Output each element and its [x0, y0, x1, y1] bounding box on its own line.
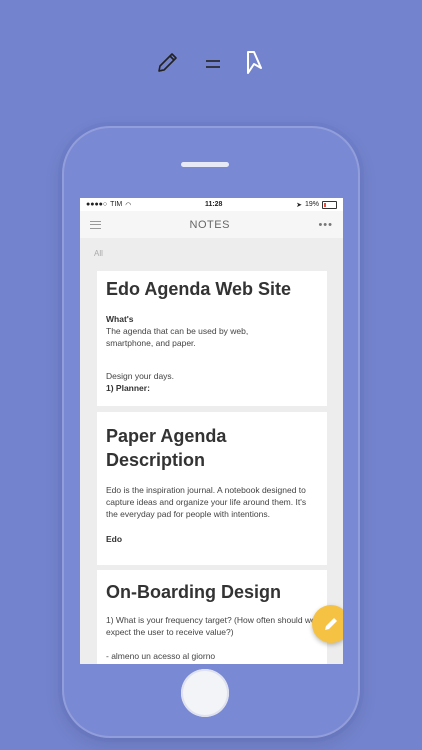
note-line: Edo	[106, 534, 123, 544]
nav-bar: NOTES •••	[80, 211, 343, 238]
signal-icon: ●●●●○	[86, 201, 108, 208]
note-line: - almeno un acesso al giorno	[106, 651, 216, 661]
note-line: 1) What is your frequency target? (How o…	[106, 615, 316, 637]
menu-icon[interactable]	[90, 220, 101, 229]
status-bar: ●●●●○ TIM ◠ 11:28 ➤ 19%	[80, 198, 343, 211]
note-line	[106, 349, 318, 370]
carrier-label: TIM	[110, 201, 123, 208]
note-line: Edo is the inspiration journal. A notebo…	[106, 485, 307, 519]
note-title: Edo Agenda Web Site	[106, 279, 292, 299]
note-line: 1) Planner:	[106, 383, 150, 393]
equals-icon	[206, 60, 220, 68]
note-card[interactable]: On-Boarding Design 1) What is your frequ…	[97, 570, 327, 664]
location-icon: ➤	[296, 201, 302, 209]
pencil-icon	[158, 53, 177, 72]
status-time: 11:28	[204, 201, 223, 208]
note-line: The agenda that can be used by web, smar…	[106, 326, 249, 348]
bookmark-icon	[247, 51, 262, 74]
new-note-button[interactable]	[312, 605, 343, 643]
top-icon-row	[0, 48, 422, 80]
filter-label[interactable]: All	[80, 238, 343, 265]
note-card[interactable]: Paper Agenda Description Edo is the insp…	[97, 412, 327, 565]
phone-frame: ●●●●○ TIM ◠ 11:28 ➤ 19% NOTES ••• All Ed…	[62, 126, 360, 738]
phone-speaker	[181, 162, 229, 167]
more-icon[interactable]: •••	[318, 219, 333, 231]
battery-icon	[321, 200, 337, 209]
wifi-icon: ◠	[125, 201, 132, 209]
page-title: NOTES	[189, 218, 230, 231]
note-title: Paper Agenda Description	[106, 426, 227, 470]
note-card[interactable]: Edo Agenda Web Site What's The agenda th…	[97, 271, 327, 406]
note-line: Design your days.	[106, 371, 175, 381]
battery-percent: 19%	[304, 201, 319, 208]
pencil-icon	[325, 618, 337, 630]
note-line: What's	[106, 314, 134, 324]
app-screen: ●●●●○ TIM ◠ 11:28 ➤ 19% NOTES ••• All Ed…	[80, 198, 343, 664]
home-button[interactable]	[181, 669, 229, 717]
note-title: On-Boarding Design	[106, 582, 281, 602]
